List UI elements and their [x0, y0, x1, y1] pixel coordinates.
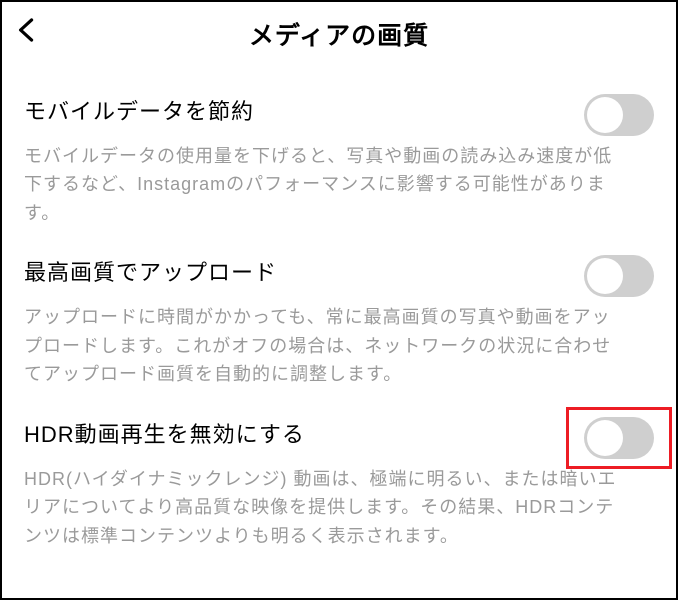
setting-data-saver-desc: モバイルデータの使用量を下げると、写真や動画の読み込み速度が低下するなど、Ins… [24, 142, 654, 227]
toggle-knob [587, 420, 623, 456]
toggle-knob [587, 258, 623, 294]
setting-data-saver-title: モバイルデータを節約 [24, 94, 572, 126]
setting-disable-hdr-title: HDR動画再生を無効にする [24, 417, 572, 449]
toggle-wrapper-upload-highest [584, 255, 654, 297]
setting-disable-hdr-desc: HDR(ハイダイナミックレンジ) 動画は、極端に明るい、または暗いエリアについて… [24, 465, 654, 550]
back-icon[interactable] [16, 16, 38, 49]
toggle-wrapper-disable-hdr [584, 417, 654, 459]
setting-disable-hdr-row: HDR動画再生を無効にする [24, 393, 654, 465]
toggle-knob [587, 97, 623, 133]
toggle-wrapper-data-saver [584, 94, 654, 136]
toggle-upload-highest[interactable] [584, 255, 654, 297]
toggle-data-saver[interactable] [584, 94, 654, 136]
page-title: メディアの画質 [20, 16, 658, 52]
setting-upload-highest-desc: アップロードに時間がかかっても、常に最高画質の写真や動画をアップロードします。こ… [24, 303, 654, 388]
toggle-disable-hdr[interactable] [584, 417, 654, 459]
settings-content: モバイルデータを節約 モバイルデータの使用量を下げると、写真や動画の読み込み速度… [2, 70, 676, 550]
setting-upload-highest-row: 最高画質でアップロード [24, 231, 654, 303]
setting-upload-highest-title: 最高画質でアップロード [24, 255, 572, 287]
setting-data-saver-row: モバイルデータを節約 [24, 70, 654, 142]
header: メディアの画質 [2, 2, 676, 70]
